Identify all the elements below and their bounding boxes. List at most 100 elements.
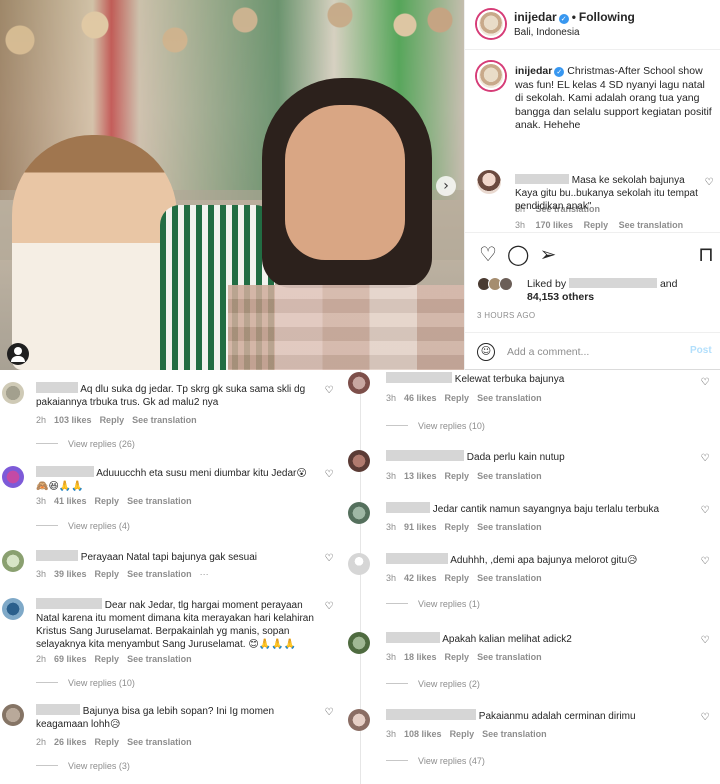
separator-dot: • — [571, 10, 576, 24]
view-replies-link[interactable]: View replies (2) — [386, 679, 480, 689]
view-replies-link[interactable]: View replies (3) — [36, 761, 130, 771]
comment-text: Apakah kalian melihat adick2 — [386, 632, 676, 646]
heart-icon[interactable]: ♡ — [699, 635, 711, 647]
redacted-username — [386, 709, 476, 720]
instagram-post: › inijedar ✓ • Following Bali, Indonesia in… — [0, 0, 720, 370]
commenter-avatar[interactable] — [2, 466, 24, 488]
commenter-avatar[interactable] — [2, 382, 24, 404]
post-header: inijedar ✓ • Following Bali, Indonesia — [465, 0, 720, 50]
more-icon[interactable]: ··· — [200, 569, 209, 579]
username-link[interactable]: inijedar — [514, 10, 557, 24]
commenter-avatar[interactable] — [348, 372, 370, 394]
redacted-username — [569, 278, 658, 288]
view-replies-link[interactable]: View replies (4) — [36, 521, 130, 531]
view-replies-link[interactable]: View replies (10) — [36, 678, 135, 688]
comment-meta: 3h 41 likes Reply See translation — [36, 496, 192, 506]
redacted-username — [386, 553, 448, 564]
post-photo[interactable]: › — [0, 0, 464, 370]
commenter-avatar[interactable] — [477, 170, 501, 194]
comment-meta: 3h 42 likes Reply See translation — [386, 573, 542, 583]
comment-meta: 3h 170 likes Reply See translation — [515, 220, 691, 230]
woman-figure — [285, 105, 405, 260]
commenter-avatar[interactable] — [348, 502, 370, 524]
comment-meta: 3h 39 likes Reply See translation ··· — [36, 569, 209, 579]
comment-meta: 2h 26 likes Reply See translation — [36, 737, 192, 747]
redacted-username — [386, 502, 430, 513]
redacted-username — [36, 598, 102, 609]
avatar[interactable] — [477, 62, 505, 90]
heart-icon[interactable]: ♡ — [323, 553, 335, 565]
commenter-avatar[interactable] — [348, 632, 370, 654]
liked-by: Liked by and 84,153 others — [477, 275, 709, 305]
comment-meta: 3h 18 likes Reply See translation — [386, 652, 542, 662]
view-replies-link[interactable]: View replies (1) — [386, 599, 480, 609]
comment-text: Perayaan Natal tapi bajunya gak sesuai — [36, 550, 326, 564]
location-link[interactable]: Bali, Indonesia — [514, 27, 580, 38]
chevron-right-icon[interactable]: › — [436, 176, 456, 196]
commenter-avatar[interactable] — [348, 709, 370, 731]
following-button[interactable]: Following — [579, 10, 635, 24]
comment-text: Jedar cantik namun sayangnya baju terlal… — [386, 502, 676, 516]
heart-icon[interactable]: ♡ — [699, 453, 711, 465]
comment-text: Pakaianmu adalah cerminan dirimu — [386, 709, 676, 723]
see-translation-link[interactable]: See translation — [619, 220, 684, 230]
comment-text: Bajunya bisa ga lebih sopan? Ini Ig mome… — [36, 704, 275, 730]
commenter-avatar[interactable] — [348, 553, 370, 575]
comment-meta: 2h 103 likes Reply See translation — [36, 415, 197, 425]
emoji-icon[interactable]: ☺ — [477, 343, 495, 361]
bookmark-icon[interactable]: ⊓ — [695, 243, 717, 265]
likes-count-link[interactable]: 84,153 others — [527, 291, 594, 303]
heart-icon[interactable]: ♡ — [699, 712, 711, 724]
post-time: 3 HOURS AGO — [477, 311, 536, 320]
comment-meta: 3h 13 likes Reply See translation — [386, 471, 542, 481]
redacted-username — [36, 704, 80, 715]
caption-text: inijedar ✓ Christmas-After School show wa… — [515, 65, 715, 133]
post-button[interactable]: Post — [690, 345, 712, 356]
view-replies-link[interactable]: View replies (10) — [386, 421, 485, 431]
comments-collage: Aq dlu suka dg jedar. Tp skrg gk suka sa… — [0, 370, 720, 784]
action-icons: ♡ ◯ ➢ ⊓ — [477, 243, 714, 265]
redacted-username — [36, 382, 78, 393]
redacted-username — [515, 174, 569, 184]
comment-meta: 3h 108 likes Reply See translation — [386, 729, 547, 739]
send-icon[interactable]: ➢ — [537, 243, 559, 265]
redacted-username — [386, 632, 440, 643]
commenter-avatar[interactable] — [2, 704, 24, 726]
comments-column-right: Kelewat terbuka bajunya ♡ 3h 46 likes Repl… — [348, 370, 720, 784]
reply-button[interactable]: Reply — [584, 220, 609, 230]
heart-icon[interactable]: ♡ — [703, 177, 715, 189]
heart-icon[interactable]: ♡ — [323, 707, 335, 719]
comment-text: Dear nak Jedar, tlg hargai moment peraya… — [36, 598, 314, 650]
view-replies-link[interactable]: View replies (26) — [36, 439, 135, 449]
heart-icon[interactable]: ♡ — [477, 243, 499, 265]
comment-input[interactable] — [507, 343, 677, 361]
heart-icon[interactable]: ♡ — [323, 385, 335, 397]
user-tag-icon[interactable] — [7, 343, 29, 365]
liker-avatar — [499, 277, 513, 291]
comment-text: Masa ke sekolah bajunya Kaya gitu bu..bu… — [515, 174, 705, 213]
commenter-avatar[interactable] — [2, 598, 24, 620]
comment-time: 3h — [515, 220, 526, 230]
caption-username[interactable]: inijedar — [515, 65, 552, 77]
comment-icon[interactable]: ◯ — [507, 243, 529, 265]
comment-meta: 3h 91 likes Reply See translation — [386, 522, 542, 532]
heart-icon[interactable]: ♡ — [699, 377, 711, 389]
commenter-avatar[interactable] — [348, 450, 370, 472]
heart-icon[interactable]: ♡ — [699, 556, 711, 568]
comment-meta: 3h 46 likes Reply See translation — [386, 393, 542, 403]
heart-icon[interactable]: ♡ — [323, 469, 335, 481]
view-replies-link[interactable]: View replies (47) — [386, 756, 485, 766]
redacted-username — [386, 450, 464, 461]
comments-column-left: Aq dlu suka dg jedar. Tp skrg gk suka sa… — [0, 370, 360, 784]
heart-icon[interactable]: ♡ — [323, 601, 335, 613]
verified-badge-icon: ✓ — [558, 14, 569, 24]
post-sidebar: inijedar ✓ • Following Bali, Indonesia inij… — [464, 0, 720, 370]
redacted-username — [386, 372, 452, 383]
verified-badge-icon: ✓ — [554, 67, 565, 77]
comment-meta: 2h 69 likes Reply See translation — [36, 654, 192, 664]
avatar[interactable] — [477, 10, 505, 38]
heart-icon[interactable]: ♡ — [699, 505, 711, 517]
comment-likes[interactable]: 170 likes — [536, 220, 574, 230]
commenter-avatar[interactable] — [2, 550, 24, 572]
comment-text: Aduuucchh eta susu meni diumbar kitu Jed… — [36, 466, 307, 492]
